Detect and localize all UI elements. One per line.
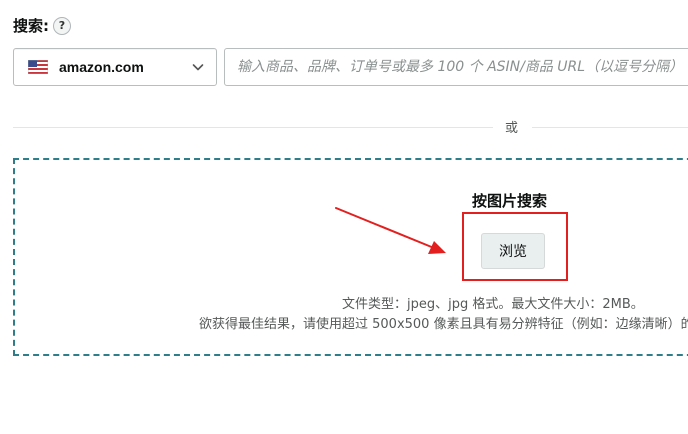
marketplace-select[interactable]: amazon.com — [13, 48, 217, 86]
search-input-container — [224, 48, 688, 86]
search-input[interactable] — [225, 49, 688, 85]
viewport: 搜索: ? amazon.com 或 按图片搜索 浏览 文件类型：jpeg、jp… — [0, 0, 688, 434]
best-result-tip: 欲获得最佳结果，请使用超过 500x500 像素且具有易分辨特征（例如：边缘清晰… — [199, 317, 688, 332]
image-search-title: 按图片搜索 — [472, 192, 548, 210]
marketplace-value: amazon.com — [59, 59, 144, 75]
file-type-info: 文件类型：jpeg、jpg 格式。最大文件大小：2MB。 — [342, 297, 644, 312]
search-label-row: 搜索: ? — [13, 15, 71, 36]
search-label: 搜索: — [13, 17, 49, 35]
chevron-down-icon — [192, 64, 204, 71]
help-icon[interactable]: ? — [53, 16, 71, 35]
red-arrow-annotation — [335, 207, 446, 254]
divider-right — [532, 127, 688, 128]
browse-button[interactable]: 浏览 — [481, 233, 545, 269]
us-flag-icon — [28, 60, 48, 74]
divider-left — [13, 127, 493, 128]
page: 搜索: ? amazon.com 或 按图片搜索 浏览 文件类型：jpeg、jp… — [0, 0, 688, 434]
or-separator: 或 — [505, 121, 519, 136]
